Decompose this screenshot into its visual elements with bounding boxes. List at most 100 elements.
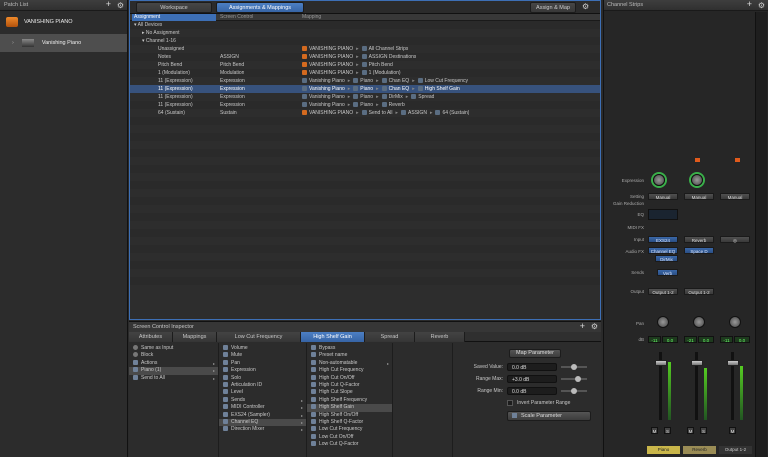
strip-name-piano[interactable]: Piano — [647, 446, 680, 454]
range-max-field[interactable]: +3.0 dB — [507, 375, 557, 383]
mute-button[interactable]: M — [729, 427, 736, 434]
disclosure-arrow-icon[interactable]: › — [12, 40, 14, 46]
list-item[interactable]: Actions ▸ — [129, 359, 218, 367]
list-item[interactable]: MIDI Controller ▸ — [219, 404, 306, 411]
list-item[interactable]: High Shelf Q-Factor — [307, 418, 392, 426]
slider-knob[interactable] — [571, 388, 577, 394]
mute-button[interactable]: M — [651, 427, 658, 434]
volume-fader-cap[interactable] — [655, 360, 667, 366]
list-item[interactable]: Low Cut Q-Factor — [307, 441, 392, 448]
list-item[interactable]: Expression — [219, 367, 306, 374]
setting-button[interactable]: Manual — [720, 193, 750, 200]
center-gear-icon[interactable]: ⚙ — [582, 2, 589, 11]
send-slot[interactable]: Verb — [657, 269, 678, 276]
list-item[interactable]: Same as Input — [129, 345, 218, 352]
solo-button[interactable]: S — [700, 427, 707, 434]
add-screen-control-icon[interactable]: + — [580, 322, 585, 331]
pan-knob[interactable] — [693, 316, 705, 328]
assign-map-button[interactable]: Assign & Map — [530, 2, 576, 13]
output-button[interactable]: Output 1-2 — [648, 288, 678, 295]
table-row[interactable]: Notes ASSIGN VANISHING PIANO ▸ ASSIGN Destin… — [130, 53, 600, 61]
tree-row[interactable]: ▸ No Assignment — [130, 29, 600, 37]
list-item-selected[interactable]: Piano (1) ▸ — [129, 367, 218, 375]
list-item[interactable]: Low Cut On/Off — [307, 433, 392, 441]
map-parameter-button[interactable]: Map Parameter — [509, 349, 561, 358]
tab-attributes[interactable]: Attributes — [129, 332, 173, 342]
range-min-field[interactable]: 0.0 dB — [507, 387, 557, 395]
add-patch-icon[interactable]: + — [106, 0, 111, 9]
tab-mappings[interactable]: Mappings — [173, 332, 217, 342]
pan-knob[interactable] — [729, 316, 741, 328]
audio-fx-slot-1[interactable]: Channel EQ — [648, 247, 678, 254]
list-item[interactable]: Articulation ID — [219, 381, 306, 389]
column-mapping[interactable]: Mapping — [302, 14, 321, 21]
list-item[interactable]: Bypass — [307, 345, 392, 352]
list-item[interactable]: Send to All ▸ — [129, 374, 218, 382]
tree-row[interactable]: ▾ Channel 1-16 — [130, 37, 600, 45]
setting-button[interactable]: Manual — [684, 193, 714, 200]
tab-assignments-mappings[interactable]: Assignments & Mappings — [216, 2, 304, 13]
list-item-selected[interactable]: Channel EQ ▸ — [219, 418, 306, 427]
expression-knob[interactable] — [653, 174, 665, 186]
strip-name-output[interactable]: Output 1-2 — [719, 446, 752, 454]
range-min-slider[interactable] — [561, 388, 587, 394]
table-row[interactable]: 11 (Expression) Expression Vanishing Piano… — [130, 101, 600, 109]
saved-value-field[interactable]: 0.0 dB — [507, 363, 557, 371]
expression-knob[interactable] — [691, 174, 703, 186]
solo-button[interactable]: S — [664, 427, 671, 434]
tab-high-shelf-gain[interactable]: High Shelf Gain — [301, 332, 365, 342]
saved-value-slider[interactable] — [561, 364, 587, 370]
list-item[interactable]: High Cut On/Off — [307, 374, 392, 382]
scale-parameter-button[interactable]: Scale Parameter — [507, 411, 591, 421]
pan-knob[interactable] — [657, 316, 669, 328]
setting-button[interactable]: Manual — [648, 193, 678, 200]
table-row[interactable]: 11 (Expression) Expression Vanishing Piano… — [130, 77, 600, 85]
range-max-slider[interactable] — [561, 376, 587, 382]
mute-button[interactable]: M — [687, 427, 694, 434]
volume-fader-cap[interactable] — [727, 360, 739, 366]
input-plugin-slot[interactable]: EXS24 — [648, 236, 678, 243]
tab-low-cut-frequency[interactable]: Low Cut Frequency — [217, 332, 301, 342]
list-item[interactable]: Solo — [219, 374, 306, 382]
list-item[interactable]: Direction Mixer ▸ — [219, 426, 306, 433]
list-item[interactable]: High Shelf On/Off — [307, 411, 392, 419]
strips-scrollbar[interactable] — [755, 12, 767, 457]
list-item[interactable]: Block — [129, 352, 218, 359]
list-item[interactable]: Preset name — [307, 352, 392, 359]
patch-item-vanishing-piano[interactable]: › Vanishing Piano — [0, 34, 127, 52]
table-row[interactable]: Pitch Bend Pitch Bend VANISHING PIANO ▸ Pitc… — [130, 61, 600, 69]
list-item[interactable]: High Cut Slope — [307, 389, 392, 396]
list-item[interactable]: High Cut Frequency — [307, 367, 392, 374]
list-item[interactable]: Volume — [219, 345, 306, 352]
table-row[interactable]: 11 (Expression) Expression Vanishing Piano… — [130, 93, 600, 101]
column-assignment[interactable]: Assignment — [132, 14, 216, 21]
table-row-selected[interactable]: 11 (Expression) Expression Vanishing Piano… — [130, 85, 600, 93]
tree-row[interactable]: ▾ All Devices — [130, 21, 600, 29]
slider-knob[interactable] — [571, 364, 577, 370]
volume-fader-cap[interactable] — [691, 360, 703, 366]
tab-workspace[interactable]: Workspace — [136, 2, 212, 13]
list-item[interactable]: High Shelf Frequency — [307, 396, 392, 404]
inspector-gear-icon[interactable]: ⚙ — [591, 322, 598, 332]
patch-folder-row[interactable]: VANISHING PIANO — [0, 11, 127, 33]
tab-spread[interactable]: Spread — [365, 332, 415, 342]
list-item[interactable]: Low Cut Frequency — [307, 426, 392, 433]
patch-list-gear-icon[interactable]: ⚙ — [117, 0, 124, 11]
slider-knob[interactable] — [575, 376, 581, 382]
table-row[interactable]: 1 (Modulation) Modulation VANISHING PIANO ▸… — [130, 69, 600, 77]
output-button[interactable]: Output 1-2 — [684, 288, 714, 295]
audio-fx-slot-2[interactable]: DirMix — [655, 255, 678, 262]
table-row[interactable]: Unassigned VANISHING PIANO ▸ All Channel St… — [130, 45, 600, 53]
eq-thumbnail[interactable] — [648, 209, 678, 220]
list-item[interactable]: Mute — [219, 352, 306, 359]
strips-gear-icon[interactable]: ⚙ — [758, 0, 765, 11]
input-plugin-slot[interactable]: Reverb — [684, 236, 714, 243]
strip-name-reverb[interactable]: Reverb — [683, 446, 716, 454]
list-item[interactable]: EXS24 (Sampler) ▸ — [219, 411, 306, 419]
input-link-button[interactable]: ◎ — [720, 236, 750, 243]
list-item[interactable]: Non-automatable ▸ — [307, 359, 392, 367]
column-screen-control[interactable]: Screen Control — [220, 14, 253, 21]
list-item[interactable]: Level — [219, 389, 306, 396]
list-item-selected[interactable]: High Shelf Gain — [307, 404, 392, 412]
add-strip-icon[interactable]: + — [747, 0, 752, 9]
